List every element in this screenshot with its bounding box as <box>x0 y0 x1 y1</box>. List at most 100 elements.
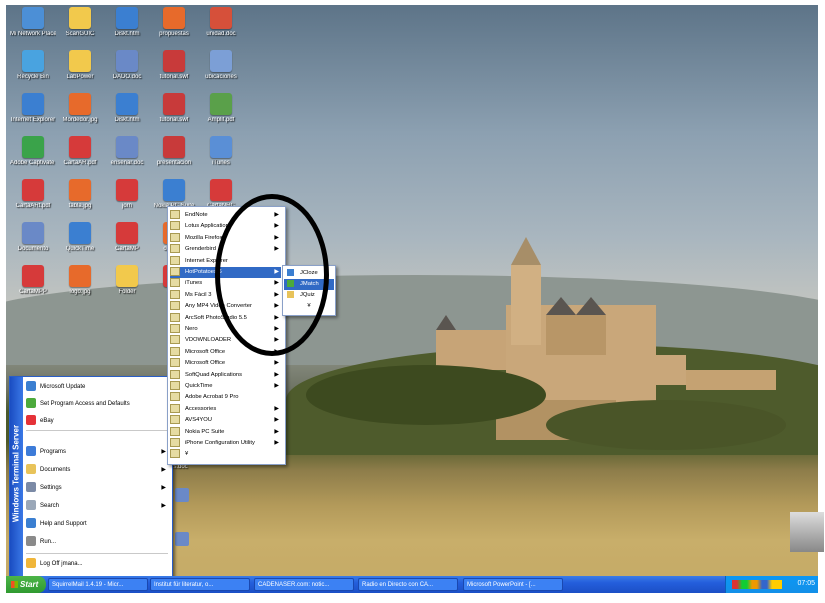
start-menu-item-search[interactable]: Search ▶ <box>26 499 168 513</box>
start-label: Start <box>20 580 39 589</box>
desktop-icon[interactable]: tutorial.swf <box>151 93 197 124</box>
desktop-icon[interactable]: ensenar.doc <box>104 136 150 167</box>
program-menu-item[interactable]: Accessories ▶ <box>170 403 281 415</box>
desktop-icon-label: Adobe Captivate 2 <box>10 160 56 166</box>
taskbar-task-button[interactable]: Microsoft PowerPoint - [... <box>463 578 563 591</box>
start-pinned-label: Microsoft Update <box>40 384 86 390</box>
desktop-icon[interactable]: LabPower <box>57 50 103 81</box>
start-menu-item-run[interactable]: Run... <box>26 535 168 549</box>
desktop-icon[interactable]: Folder <box>104 265 150 296</box>
image-icon <box>69 265 91 287</box>
desktop-icon-label: Diskt.htm <box>114 117 140 123</box>
program-menu-item[interactable]: Adobe Acrobat 9 Pro <box>170 392 281 403</box>
submenu-arrow-icon: ▶ <box>161 485 166 491</box>
desktop-icon[interactable]: Diskt.htm <box>104 7 150 38</box>
desktop-icon[interactable]: Adobe Captivate 2 <box>10 136 56 167</box>
desktop-icon-label: tabla.jpg <box>68 203 92 209</box>
program-label: SoftQuad Applications <box>185 371 243 378</box>
desktop-icon[interactable]: logo.jpg <box>57 265 103 296</box>
desktop-icon-label: tutorial.swf <box>159 117 189 123</box>
desktop-icon[interactable]: CartaMPP <box>10 265 56 296</box>
desktop-icon[interactable]: ScanGUIC <box>57 7 103 38</box>
desktop-icon-label: Documento <box>17 246 49 252</box>
desktop-icon-label: LabPower <box>66 74 94 80</box>
program-menu-item[interactable]: Nokia PC Suite ▶ <box>170 426 281 438</box>
submenu-arrow-icon: ▶ <box>274 417 279 424</box>
desktop-icon-label: jorn <box>121 203 132 209</box>
folder-icon <box>69 7 91 29</box>
desktop-icon[interactable]: CartaMP <box>104 222 150 253</box>
program-folder-icon <box>170 255 180 265</box>
submenu-arrow-icon: ▶ <box>161 503 166 509</box>
start-pinned-item[interactable]: eBay <box>26 414 168 428</box>
start-item-icon <box>26 500 36 511</box>
start-pinned-label: Set Program Access and Defaults <box>40 401 130 407</box>
desktop-icon-label: Diskt.htm <box>114 31 140 37</box>
separator <box>26 553 168 554</box>
taskbar-task-button[interactable]: Radio en Directo con CA... <box>358 578 458 591</box>
start-item-icon <box>26 482 36 493</box>
desktop-icon[interactable]: Amplif.pdf <box>198 93 244 124</box>
desktop-icon[interactable]: Documento <box>10 222 56 253</box>
desktop-icon[interactable]: tutorial.swf <box>151 50 197 81</box>
program-label: iTunes <box>185 280 203 287</box>
taskbar-task-button[interactable]: CADENASER.com: notic... <box>254 578 354 591</box>
desktop-icon[interactable]: Mi Network Places <box>10 7 56 38</box>
log-off-label: Log Off jmana... <box>40 561 83 567</box>
desktop-icon[interactable]: Recycle Bin <box>10 50 56 81</box>
desktop-icon[interactable]: Diskt.htm <box>104 93 150 124</box>
start-item-label: Search <box>40 503 60 509</box>
program-label: QuickTime <box>185 383 213 390</box>
submenu-arrow-icon: ▶ <box>161 467 166 473</box>
desktop-icon[interactable]: iTunes <box>198 136 244 167</box>
ie-icon <box>116 7 138 29</box>
program-folder-icon <box>170 335 180 345</box>
desktop-icon-word-lower-2[interactable] <box>175 532 189 546</box>
desktop-icon[interactable]: QuickTime <box>57 222 103 253</box>
program-menu-item[interactable]: ¥ <box>170 449 281 460</box>
pinned-app-icon <box>26 415 36 426</box>
program-menu-item[interactable]: SoftQuad Applications ▶ <box>170 369 281 381</box>
program-label: Grenderbird <box>185 246 216 253</box>
log-off-item[interactable]: Log Off jmana... <box>26 557 168 571</box>
desktop-icon[interactable]: tabla.jpg <box>57 179 103 210</box>
start-menu-item-programs[interactable]: Programs ▶ <box>26 445 168 459</box>
desktop-icon-label: Mi Network Places <box>10 31 56 37</box>
system-tray: 07:05 <box>725 576 818 593</box>
desktop-icon[interactable]: propuestas <box>151 7 197 38</box>
tray-icons[interactable] <box>732 580 782 589</box>
start-menu-item-settings[interactable]: Settings ▶ <box>26 481 168 495</box>
desktop-icon-label: Recycle Bin <box>17 74 49 80</box>
desktop-icon[interactable]: CartaARt.pdf <box>10 179 56 210</box>
submenu-arrow-icon: ▶ <box>274 360 279 367</box>
start-pinned-item[interactable]: Set Program Access and Defaults <box>26 397 168 411</box>
desktop-icon[interactable]: DADO.doc <box>104 50 150 81</box>
program-folder-icon <box>170 415 180 425</box>
word-icon <box>210 50 232 72</box>
start-menu-item-help-and-support[interactable]: Help and Support <box>26 517 168 531</box>
desktop-icon[interactable]: Internet Explorer <box>10 93 56 124</box>
desktop-icon[interactable]: jorn <box>104 179 150 210</box>
document-icon <box>163 136 185 158</box>
taskbar-task-button[interactable]: SquirrelMail 1.4.19 - Micr... <box>48 578 148 591</box>
desktop-icon-label: Amplif.pdf <box>207 117 235 123</box>
program-menu-item[interactable]: iPhone Configuration Utility ▶ <box>170 438 281 449</box>
program-menu-item[interactable]: QuickTime ▶ <box>170 381 281 392</box>
program-folder-icon <box>170 232 180 242</box>
program-menu-item[interactable]: Microsoft Office ▶ <box>170 358 281 369</box>
desktop-icon-word-lower[interactable] <box>175 488 189 502</box>
desktop-icon[interactable]: ubicaciones <box>198 50 244 81</box>
desktop-icon[interactable]: Mordedor.jpg <box>57 93 103 124</box>
pdf-icon <box>22 265 44 287</box>
start-pinned-item[interactable]: Microsoft Update <box>26 380 168 394</box>
desktop-icon[interactable]: unidad.doc <box>198 7 244 38</box>
start-item-label: Documents <box>40 467 71 473</box>
pdf-icon <box>210 179 232 201</box>
start-menu-item-documents[interactable]: Documents ▶ <box>26 463 168 477</box>
start-button[interactable]: Start <box>6 576 46 593</box>
program-menu-item[interactable]: AVS4YOU ▶ <box>170 415 281 426</box>
taskbar-task-button[interactable]: Institut für literatur, o... <box>150 578 250 591</box>
desktop-icon[interactable]: CartaAR.pdf <box>57 136 103 167</box>
desktop-icon[interactable]: presentacion <box>151 136 197 167</box>
desktop-icon-label: QuickTime <box>65 246 95 252</box>
